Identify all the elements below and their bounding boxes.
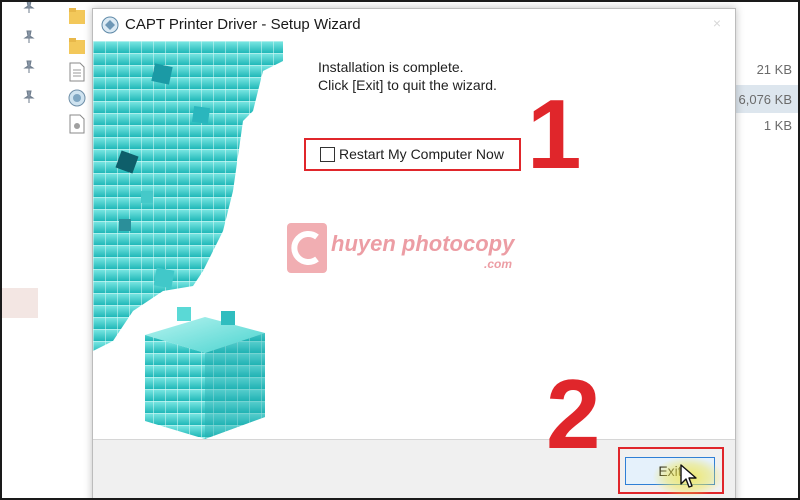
cube-graphic	[145, 307, 265, 439]
file-size: 6,076 KB	[738, 92, 793, 107]
quick-access-pins	[18, 0, 40, 110]
pin-icon[interactable]	[22, 0, 36, 14]
watermark-suffix: .com	[484, 257, 513, 271]
watermark: huyen photocopy .com	[287, 223, 517, 275]
folder-icon[interactable]	[68, 36, 86, 56]
file-list-icons	[64, 6, 92, 146]
document-icon[interactable]	[68, 114, 86, 134]
restart-checkbox[interactable]	[320, 147, 335, 162]
setup-icon[interactable]	[68, 88, 86, 108]
wizard-banner-image	[93, 41, 283, 439]
setup-icon	[101, 16, 119, 34]
background-panel-strip	[0, 288, 38, 318]
file-size: 21 KB	[756, 62, 792, 77]
step-number-2: 2	[546, 359, 601, 469]
pin-icon[interactable]	[22, 60, 36, 74]
message-line-2: Click [Exit] to quit the wizard.	[318, 77, 497, 93]
file-size: 1 KB	[763, 118, 792, 133]
step-number-1: 1	[527, 79, 582, 189]
pin-icon[interactable]	[22, 30, 36, 44]
message-line-1: Installation is complete.	[318, 59, 464, 75]
mouse-cursor-icon	[680, 464, 697, 488]
dialog-title: CAPT Printer Driver - Setup Wizard	[125, 16, 361, 33]
pin-icon[interactable]	[22, 90, 36, 104]
restart-checkbox-label[interactable]: Restart My Computer Now	[339, 146, 504, 162]
document-icon[interactable]	[68, 62, 86, 82]
close-icon[interactable]: ×	[713, 15, 721, 31]
watermark-logo	[287, 223, 327, 273]
exit-button[interactable]: Exit	[625, 457, 715, 485]
completion-message: Installation is complete. Click [Exit] t…	[318, 58, 497, 94]
watermark-text: huyen photocopy	[331, 231, 515, 256]
folder-icon[interactable]	[68, 6, 86, 26]
title-bar: CAPT Printer Driver - Setup Wizard ×	[93, 9, 735, 41]
